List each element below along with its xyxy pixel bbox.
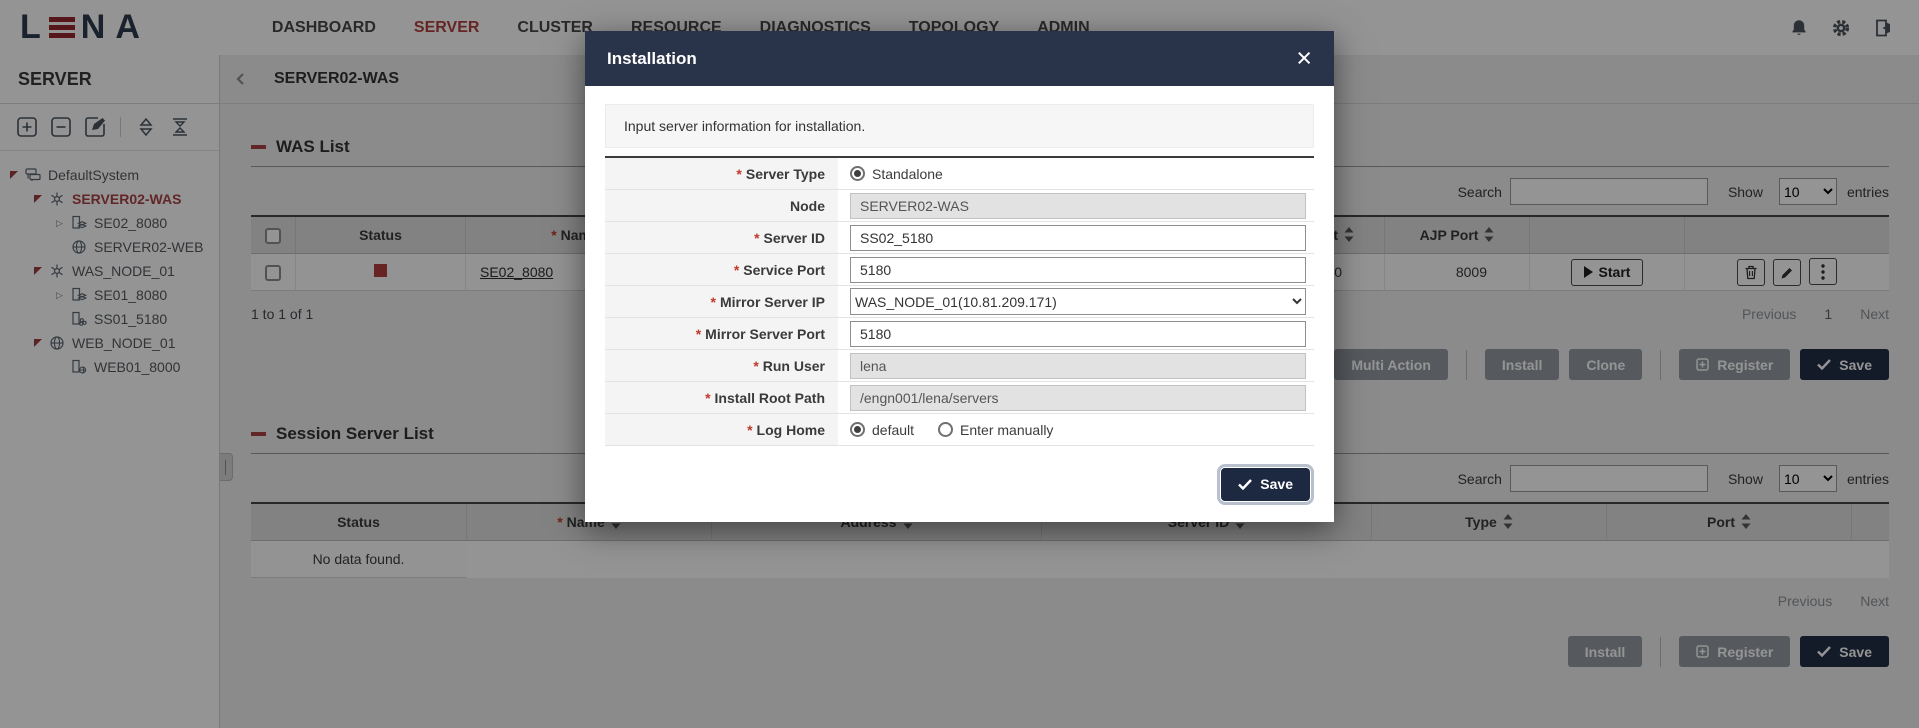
mirror-server-ip-select[interactable]: WAS_NODE_01(10.81.209.171) [850,288,1306,315]
modal-title: Installation [607,49,697,69]
node-field [850,193,1306,219]
form-row-node: Node [605,190,1314,222]
modal-footer: Save [585,446,1334,522]
log-home-default-radio[interactable] [850,422,865,437]
check-icon [1238,479,1252,490]
server-type-standalone-radio[interactable] [850,166,865,181]
modal-save-button[interactable]: Save [1221,468,1310,501]
installation-form: *Server Type Standalone Node *Server ID … [605,156,1314,446]
log-home-default-label: default [872,422,914,438]
form-row-server-type: *Server Type Standalone [605,158,1314,190]
server-id-field[interactable] [850,225,1306,251]
form-row-log-home: *Log Home default Enter manually [605,414,1314,446]
close-icon[interactable]: × [1296,45,1312,72]
run-user-field [850,353,1306,379]
installation-modal: Installation × Input server information … [585,31,1334,522]
form-row-service-port: *Service Port [605,254,1314,286]
server-type-standalone-label: Standalone [872,166,943,182]
form-row-mirror-server-ip: *Mirror Server IP WAS_NODE_01(10.81.209.… [605,286,1314,318]
log-home-manual-radio[interactable] [938,422,953,437]
modal-info-message: Input server information for installatio… [605,104,1314,148]
form-row-server-id: *Server ID [605,222,1314,254]
form-row-mirror-server-port: *Mirror Server Port [605,318,1314,350]
mirror-server-port-field[interactable] [850,321,1306,347]
modal-header: Installation × [585,31,1334,86]
log-home-manual-label: Enter manually [960,422,1053,438]
form-row-install-root-path: *Install Root Path [605,382,1314,414]
service-port-field[interactable] [850,257,1306,283]
install-root-path-field [850,385,1306,411]
form-row-run-user: *Run User [605,350,1314,382]
